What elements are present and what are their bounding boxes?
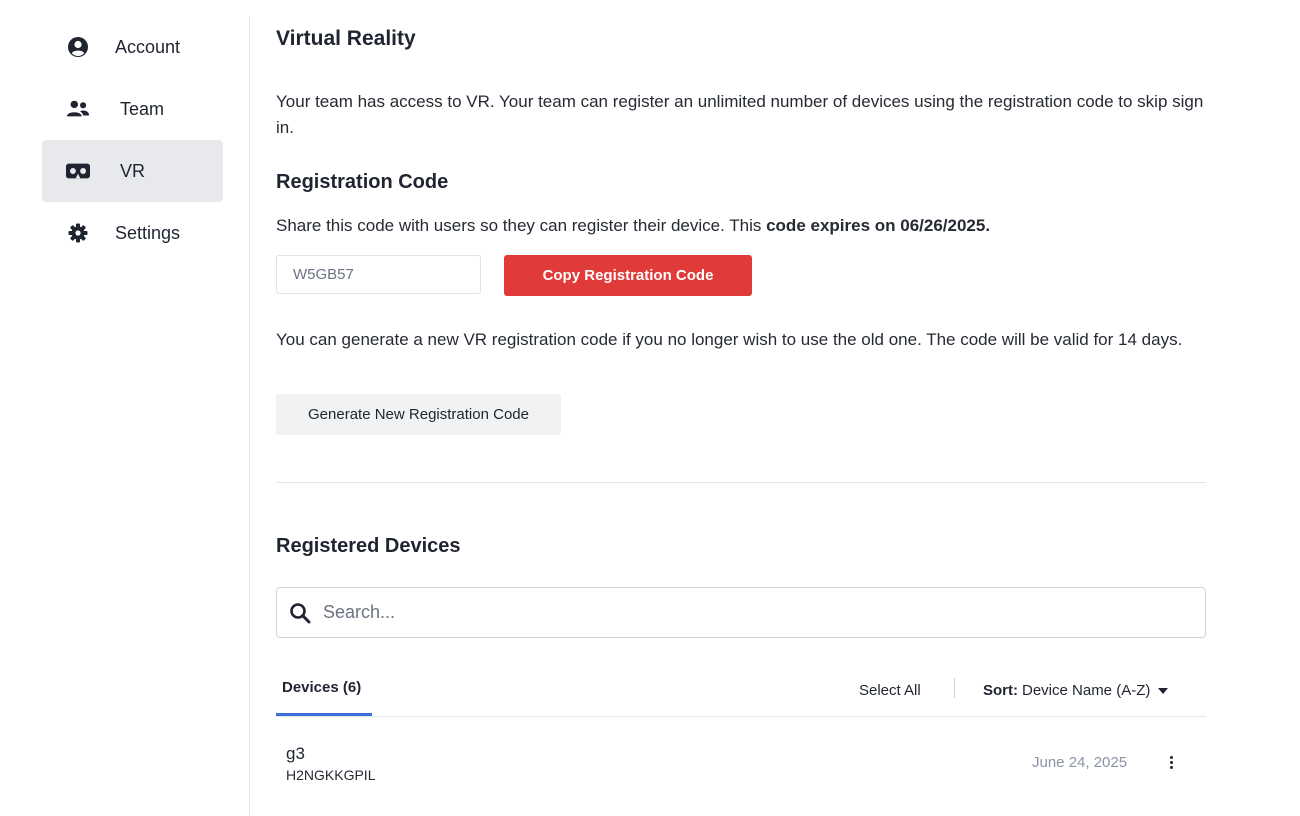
device-search-box [276,587,1206,638]
registered-devices-heading: Registered Devices [276,535,461,557]
registration-code-field[interactable] [276,255,481,294]
sidebar-item-label: Account [115,36,181,57]
intro-text: Your team has access to VR. Your team ca… [276,92,1204,137]
sidebar-item-account[interactable]: Account [42,16,223,78]
generate-code-text: You can generate a new VR registration c… [276,330,1183,349]
generate-new-code-button[interactable]: Generate New Registration Code [276,394,561,435]
more-options-icon[interactable] [1164,753,1178,771]
share-code-text: Share this code with users so they can r… [276,213,1206,239]
sort-dropdown[interactable]: Sort: Device Name (A-Z) [983,682,1169,699]
vr-headset-icon [66,160,90,182]
tab-devices[interactable]: Devices (6) [276,664,372,716]
registration-code-heading: Registration Code [276,171,449,193]
sidebar-item-label: Team [120,98,165,119]
device-id: H2NGKKGPIL [286,767,376,783]
sidebar: Account Team VR Settings [0,0,249,816]
users-icon [66,98,90,120]
search-input[interactable] [323,588,1183,637]
device-date: June 24, 2025 [1032,754,1128,771]
gear-icon [66,222,90,244]
sidebar-item-team[interactable]: Team [42,78,223,140]
device-row[interactable]: g3 H2NGKKGPIL June 24, 2025 [276,730,1206,800]
share-text: Share this code with users so they can r… [276,216,767,235]
page-title: Virtual Reality [276,27,416,50]
devices-tab-bar: Devices (6) Select All Sort: Device Name … [276,664,1206,717]
caret-down-icon [1158,687,1169,694]
tab-devices-label: Devices (6) [282,679,362,696]
sort-value: Device Name (A-Z) [1022,682,1151,699]
device-name: g3 [286,744,305,763]
section-divider [276,482,1206,483]
user-circle-icon [66,36,90,58]
copy-registration-code-button[interactable]: Copy Registration Code [504,255,752,296]
search-icon [289,602,311,624]
sidebar-item-label: Settings [115,222,181,243]
select-all-link[interactable]: Select All [859,682,921,699]
sidebar-divider [249,16,250,816]
toolbar-separator [954,678,955,698]
sidebar-item-label: VR [120,160,146,181]
sidebar-item-settings[interactable]: Settings [42,202,223,264]
sidebar-item-vr[interactable]: VR [42,140,223,202]
sort-label: Sort: [983,682,1018,699]
code-expiry-text: code expires on 06/26/2025. [766,216,991,235]
